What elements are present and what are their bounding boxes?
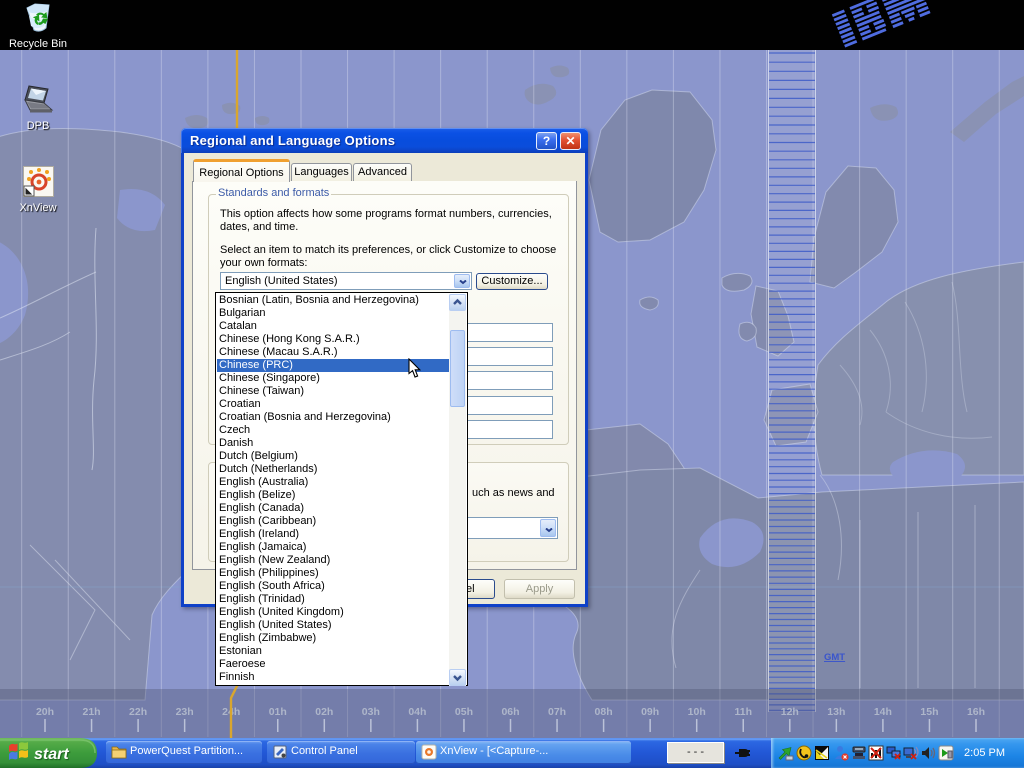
svg-text:16h: 16h [967, 706, 985, 718]
svg-text:06h: 06h [501, 706, 519, 718]
svg-text:start: start [34, 746, 69, 763]
svg-text:04h: 04h [408, 706, 426, 718]
svg-text:02h: 02h [315, 706, 333, 718]
svg-text:20h: 20h [36, 706, 54, 718]
svg-text:GMT: GMT [824, 652, 845, 663]
svg-text:09h: 09h [641, 706, 659, 718]
svg-text:23h: 23h [176, 706, 194, 718]
svg-text:01h: 01h [269, 706, 287, 718]
svg-text:03h: 03h [362, 706, 380, 718]
svg-text:08h: 08h [595, 706, 613, 718]
svg-text:21h: 21h [83, 706, 101, 718]
svg-text:12h: 12h [781, 706, 799, 718]
svg-text:11h: 11h [734, 706, 752, 718]
svg-text:13h: 13h [827, 706, 845, 718]
svg-text:07h: 07h [548, 706, 566, 718]
svg-text:10h: 10h [688, 706, 706, 718]
svg-text:05h: 05h [455, 706, 473, 718]
svg-text:14h: 14h [874, 706, 892, 718]
svg-text:15h: 15h [920, 706, 938, 718]
svg-text:22h: 22h [129, 706, 147, 718]
